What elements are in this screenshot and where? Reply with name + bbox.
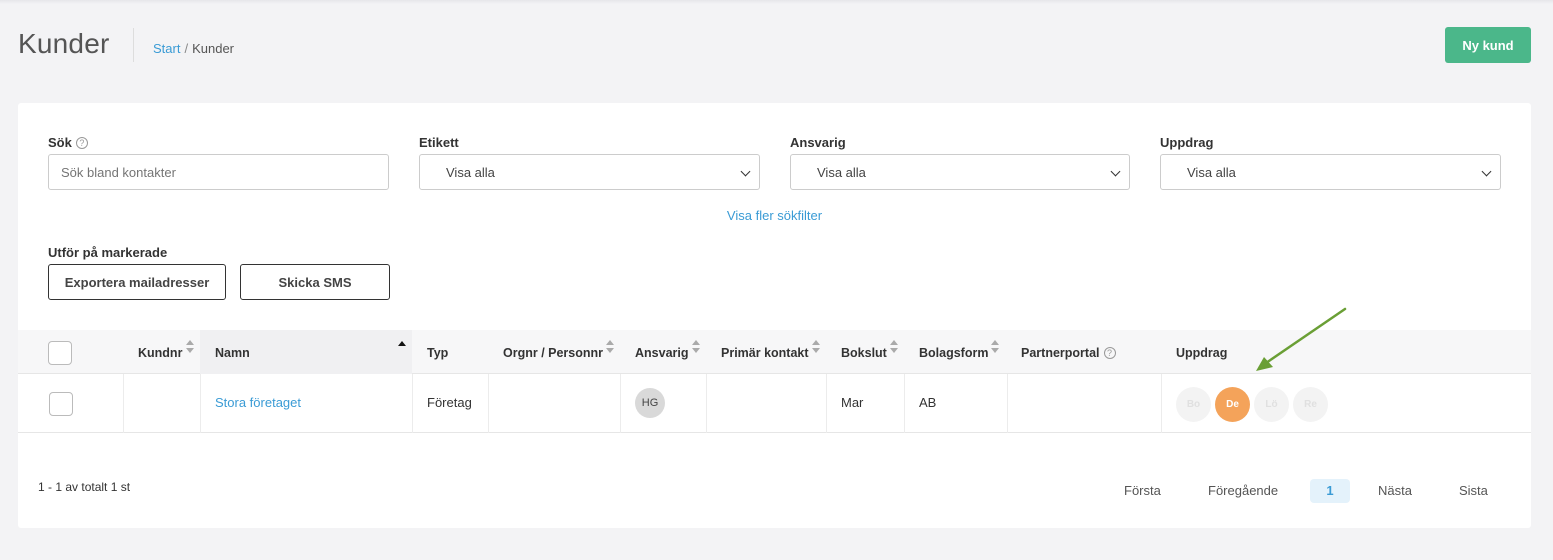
sort-asc-icon[interactable] bbox=[398, 341, 406, 346]
column-label: Namn bbox=[215, 346, 250, 360]
sort-icon[interactable] bbox=[811, 340, 821, 354]
sort-icon[interactable] bbox=[889, 340, 899, 354]
column-label: Partnerportal bbox=[1021, 346, 1100, 360]
column-label: Uppdrag bbox=[1176, 346, 1228, 360]
pagination-previous[interactable]: Föregående bbox=[1208, 479, 1278, 503]
export-emails-button[interactable]: Exportera mailadresser bbox=[48, 264, 226, 300]
annotation-arrow-icon bbox=[1256, 307, 1347, 371]
column-label: Orgnr / Personnr bbox=[503, 346, 604, 360]
help-icon[interactable]: ? bbox=[75, 137, 88, 149]
breadcrumb-home-link[interactable]: Start bbox=[153, 41, 180, 56]
cell-divider bbox=[123, 374, 124, 433]
more-filters-link[interactable]: Visa fler sökfilter bbox=[18, 208, 1531, 223]
send-sms-button[interactable]: Skicka SMS bbox=[240, 264, 390, 300]
column-header-orgnr[interactable]: Orgnr / Personnr bbox=[503, 330, 603, 374]
column-header-typ[interactable]: Typ bbox=[427, 330, 448, 374]
column-label: Typ bbox=[427, 346, 449, 360]
search-label: Sök? bbox=[48, 135, 88, 150]
assignment-pill-bo[interactable]: Bo bbox=[1176, 387, 1211, 422]
top-shadow bbox=[0, 0, 1553, 4]
column-header-bolagsform[interactable]: Bolagsform bbox=[919, 330, 988, 374]
row-checkbox[interactable] bbox=[49, 392, 73, 416]
assignment-label: Uppdrag bbox=[1160, 135, 1214, 150]
breadcrumb-current: Kunder bbox=[192, 41, 235, 56]
bulk-actions-label: Utför på markerade bbox=[48, 245, 168, 260]
pagination-last[interactable]: Sista bbox=[1459, 479, 1488, 503]
sort-icon[interactable] bbox=[990, 340, 1000, 354]
column-header-kundnr[interactable]: Kundnr bbox=[138, 330, 182, 374]
cell-typ: Företag bbox=[427, 395, 472, 410]
cell-bolagsform: AB bbox=[919, 395, 937, 410]
pagination-next[interactable]: Nästa bbox=[1378, 479, 1412, 503]
cell-divider bbox=[200, 374, 201, 433]
sort-icon[interactable] bbox=[185, 340, 195, 354]
avatar: HG bbox=[635, 388, 665, 418]
cell-divider bbox=[488, 374, 489, 433]
chevron-down-icon bbox=[1110, 166, 1121, 177]
tag-select-value: Visa alla bbox=[446, 165, 495, 180]
pagination-page-1[interactable]: 1 bbox=[1310, 479, 1350, 503]
assignment-select[interactable]: Visa alla bbox=[1160, 154, 1501, 190]
sort-icon[interactable] bbox=[605, 340, 615, 354]
help-icon[interactable]: ? bbox=[1103, 347, 1116, 359]
cell-divider bbox=[620, 374, 621, 433]
cell-divider bbox=[1161, 374, 1162, 433]
column-header-bokslut[interactable]: Bokslut bbox=[841, 330, 887, 374]
breadcrumb: Start / Kunder bbox=[153, 41, 234, 56]
responsible-select[interactable]: Visa alla bbox=[790, 154, 1130, 190]
responsible-select-value: Visa alla bbox=[817, 165, 866, 180]
customer-name-link[interactable]: Stora företaget bbox=[215, 395, 301, 410]
page-title: Kunder bbox=[18, 28, 110, 59]
table-row[interactable]: Stora företaget Företag HG Mar AB Bo De … bbox=[18, 374, 1531, 433]
column-label: Kundnr bbox=[138, 346, 183, 360]
responsible-label: Ansvarig bbox=[790, 135, 846, 150]
tag-select[interactable]: Visa alla bbox=[419, 154, 760, 190]
sort-icon[interactable] bbox=[691, 340, 701, 354]
pagination-first[interactable]: Första bbox=[1124, 479, 1161, 503]
column-label: Bolagsform bbox=[919, 346, 989, 360]
chevron-down-icon bbox=[1481, 166, 1492, 177]
assignment-pill-re[interactable]: Re bbox=[1293, 387, 1328, 422]
select-all-checkbox[interactable] bbox=[48, 341, 72, 365]
title-divider bbox=[133, 28, 134, 62]
assignment-pill-de[interactable]: De bbox=[1215, 387, 1250, 422]
cell-divider bbox=[826, 374, 827, 433]
column-header-namn[interactable]: Namn bbox=[200, 330, 412, 374]
search-input[interactable] bbox=[48, 154, 389, 190]
cell-divider bbox=[904, 374, 905, 433]
tag-label: Etikett bbox=[419, 135, 459, 150]
column-header-primar-kontakt[interactable]: Primär kontakt bbox=[721, 330, 809, 374]
result-count: 1 - 1 av totalt 1 st bbox=[38, 480, 131, 494]
column-header-ansvarig[interactable]: Ansvarig bbox=[635, 330, 689, 374]
cell-divider bbox=[1007, 374, 1008, 433]
breadcrumb-separator: / bbox=[184, 41, 189, 56]
column-header-partnerportal[interactable]: Partnerportal? bbox=[1021, 330, 1116, 374]
column-label: Bokslut bbox=[841, 346, 887, 360]
assignment-pill-lo[interactable]: Lö bbox=[1254, 387, 1289, 422]
chevron-down-icon bbox=[740, 166, 751, 177]
column-header-uppdrag: Uppdrag bbox=[1176, 330, 1227, 374]
cell-divider bbox=[706, 374, 707, 433]
assignment-select-value: Visa alla bbox=[1187, 165, 1236, 180]
search-label-text: Sök bbox=[48, 135, 72, 150]
column-label: Ansvarig bbox=[635, 346, 689, 360]
new-customer-button[interactable]: Ny kund bbox=[1445, 27, 1531, 63]
cell-divider bbox=[412, 374, 413, 433]
cell-bokslut: Mar bbox=[841, 395, 864, 410]
column-label: Primär kontakt bbox=[721, 346, 809, 360]
